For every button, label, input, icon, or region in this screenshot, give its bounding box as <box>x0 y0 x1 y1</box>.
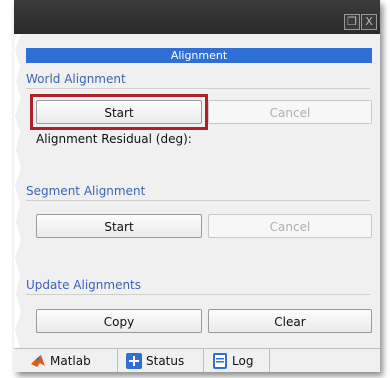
tab-matlab-label: Matlab <box>50 354 91 368</box>
tab-status-label: Status <box>146 354 185 368</box>
window-titlebar: ❐ X <box>14 0 380 34</box>
copy-button[interactable]: Copy <box>36 309 202 333</box>
segment-cancel-button[interactable]: Cancel <box>208 214 372 238</box>
matlab-icon <box>31 355 45 367</box>
world-alignment-title: World Alignment <box>26 72 370 89</box>
status-plus-icon <box>126 353 142 369</box>
world-cancel-button[interactable]: Cancel <box>208 100 372 124</box>
close-window-button[interactable]: X <box>361 14 377 30</box>
torn-edge-decoration <box>14 0 21 372</box>
alignment-panel: ❐ X Alignment World Alignment Start Canc… <box>14 0 380 372</box>
close-icon: X <box>365 15 373 28</box>
restore-window-button[interactable]: ❐ <box>344 14 360 30</box>
tab-log-label: Log <box>232 354 254 368</box>
segment-alignment-title: Segment Alignment <box>26 184 370 201</box>
update-alignments-title: Update Alignments <box>26 278 370 295</box>
clear-button[interactable]: Clear <box>208 309 372 333</box>
restore-icon: ❐ <box>347 15 357 28</box>
tab-status[interactable]: Status <box>118 349 204 372</box>
segment-start-button[interactable]: Start <box>36 214 202 238</box>
highlight-box <box>30 94 208 130</box>
log-file-icon <box>213 353 227 369</box>
tab-log[interactable]: Log <box>204 349 270 372</box>
alignment-header: Alignment <box>26 48 372 63</box>
tab-matlab[interactable]: Matlab <box>22 349 118 372</box>
bottom-tab-bar: Matlab Status Log <box>14 348 380 372</box>
alignment-residual-label: Alignment Residual (deg): <box>36 132 192 146</box>
